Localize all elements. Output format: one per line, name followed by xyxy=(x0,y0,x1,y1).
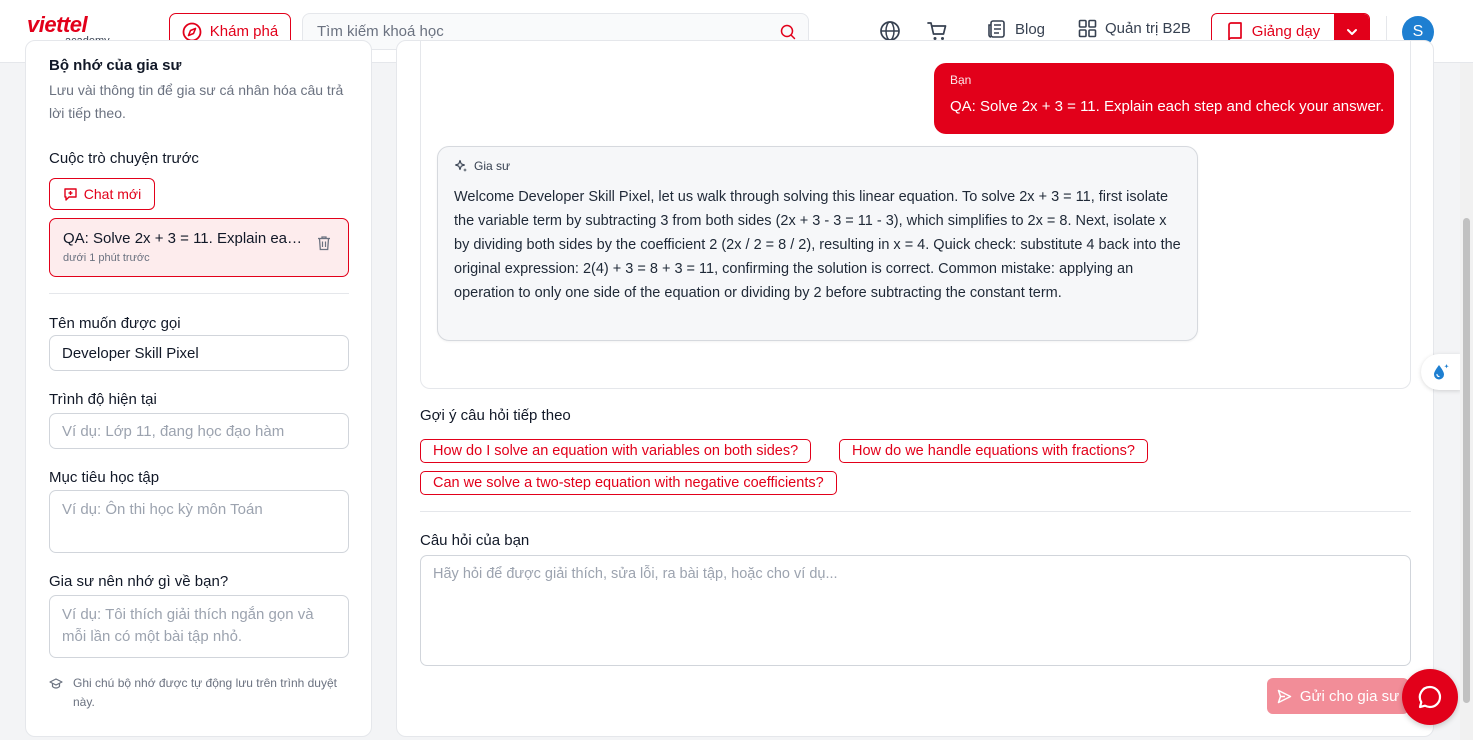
suggestion-chip[interactable]: How do I solve an equation with variable… xyxy=(420,439,812,463)
tutor-role-label: Gia sư xyxy=(474,159,511,173)
b2b-admin-link[interactable]: Quản trị B2B xyxy=(1078,19,1191,38)
suggestion-chip[interactable]: How do we handle equations with fraction… xyxy=(839,439,1148,463)
scrollbar-thumb[interactable] xyxy=(1463,218,1470,703)
suggestions-title: Gợi ý câu hỏi tiếp theo xyxy=(420,407,571,424)
learning-goal-textarea[interactable] xyxy=(49,490,349,553)
question-textarea[interactable] xyxy=(420,555,1411,666)
chat-bubble-icon xyxy=(1418,685,1442,709)
user-message-text: QA: Solve 2x + 3 = 11. Explain each step… xyxy=(950,98,1385,115)
chat-plus-icon xyxy=(64,187,77,201)
remember-textarea[interactable] xyxy=(49,595,349,658)
send-icon xyxy=(1277,689,1292,703)
conversation-title: QA: Solve 2x + 3 = 11. Explain each step… xyxy=(63,230,303,247)
suggestion-chip[interactable]: Can we solve a two-step equation with ne… xyxy=(420,471,837,495)
search-icon[interactable] xyxy=(780,24,796,40)
name-label: Tên muốn được gọi xyxy=(49,315,181,332)
graduation-cap-icon xyxy=(49,678,63,689)
support-chat-button[interactable] xyxy=(1402,669,1458,725)
memory-note-text: Ghi chú bộ nhớ được tự động lưu trên trì… xyxy=(73,676,337,709)
memory-description: Lưu vài thông tin để gia sư cá nhân hóa … xyxy=(49,82,344,121)
preferred-name-input[interactable] xyxy=(49,335,349,371)
memory-note: Ghi chú bộ nhớ được tự động lưu trên trì… xyxy=(49,674,349,712)
explore-label: Khám phá xyxy=(209,23,279,40)
trash-icon[interactable] xyxy=(317,235,331,251)
tutor-chat-panel: Bạn QA: Solve 2x + 3 = 11. Explain each … xyxy=(396,40,1434,737)
level-label: Trình độ hiện tại xyxy=(49,391,157,408)
globe-icon[interactable] xyxy=(879,20,901,42)
compass-icon xyxy=(182,22,202,41)
send-label: Gửi cho gia sư xyxy=(1299,687,1400,705)
search-input[interactable] xyxy=(317,23,757,40)
new-chat-label: Chat mới xyxy=(83,186,142,202)
sparkles-icon xyxy=(454,159,467,172)
newspaper-icon xyxy=(988,20,1005,38)
previous-conversations-label: Cuộc trò chuyện trước xyxy=(49,150,199,167)
learning-goal-label: Mục tiêu học tập xyxy=(49,469,160,486)
tutor-memory-sidebar: Bộ nhớ của gia sư Lưu vài thông tin để g… xyxy=(25,40,372,737)
teach-label: Giảng dạy xyxy=(1251,23,1321,40)
tutor-role: Gia sư xyxy=(454,159,1181,173)
page-scrollbar[interactable] xyxy=(1460,63,1473,740)
cart-icon[interactable] xyxy=(926,20,948,42)
main-divider xyxy=(420,511,1411,512)
current-level-input[interactable] xyxy=(49,413,349,449)
new-chat-button[interactable]: Chat mới xyxy=(49,178,155,210)
blog-link[interactable]: Blog xyxy=(987,19,1045,39)
tutor-message-bubble: Gia sư Welcome Developer Skill Pixel, le… xyxy=(437,146,1198,341)
dashboard-grid-icon xyxy=(1078,19,1097,38)
tutor-message-text: Welcome Developer Skill Pixel, let us wa… xyxy=(454,189,1181,301)
chat-history[interactable]: Bạn QA: Solve 2x + 3 = 11. Explain each … xyxy=(420,41,1411,389)
user-role-label: Bạn xyxy=(950,73,972,87)
b2b-label: Quản trị B2B xyxy=(1105,20,1191,37)
remember-label: Gia sư nên nhớ gì về bạn? xyxy=(49,573,229,590)
send-to-tutor-button[interactable]: Gửi cho gia sư xyxy=(1267,678,1409,714)
question-label: Câu hỏi của bạn xyxy=(420,532,530,549)
blog-label: Blog xyxy=(1015,20,1046,38)
memory-title: Bộ nhớ của gia sư xyxy=(49,57,182,74)
sidebar-divider xyxy=(49,293,349,294)
water-drop-sparkle-icon xyxy=(1434,364,1449,380)
conversation-item[interactable]: QA: Solve 2x + 3 = 11. Explain each step… xyxy=(49,218,349,277)
user-message-bubble: Bạn QA: Solve 2x + 3 = 11. Explain each … xyxy=(934,63,1394,134)
floating-assistant-tab[interactable] xyxy=(1421,354,1461,390)
book-icon xyxy=(1227,21,1242,42)
conversation-time: dưới 1 phút trước xyxy=(63,252,150,264)
chevron-down-icon xyxy=(1346,28,1357,35)
